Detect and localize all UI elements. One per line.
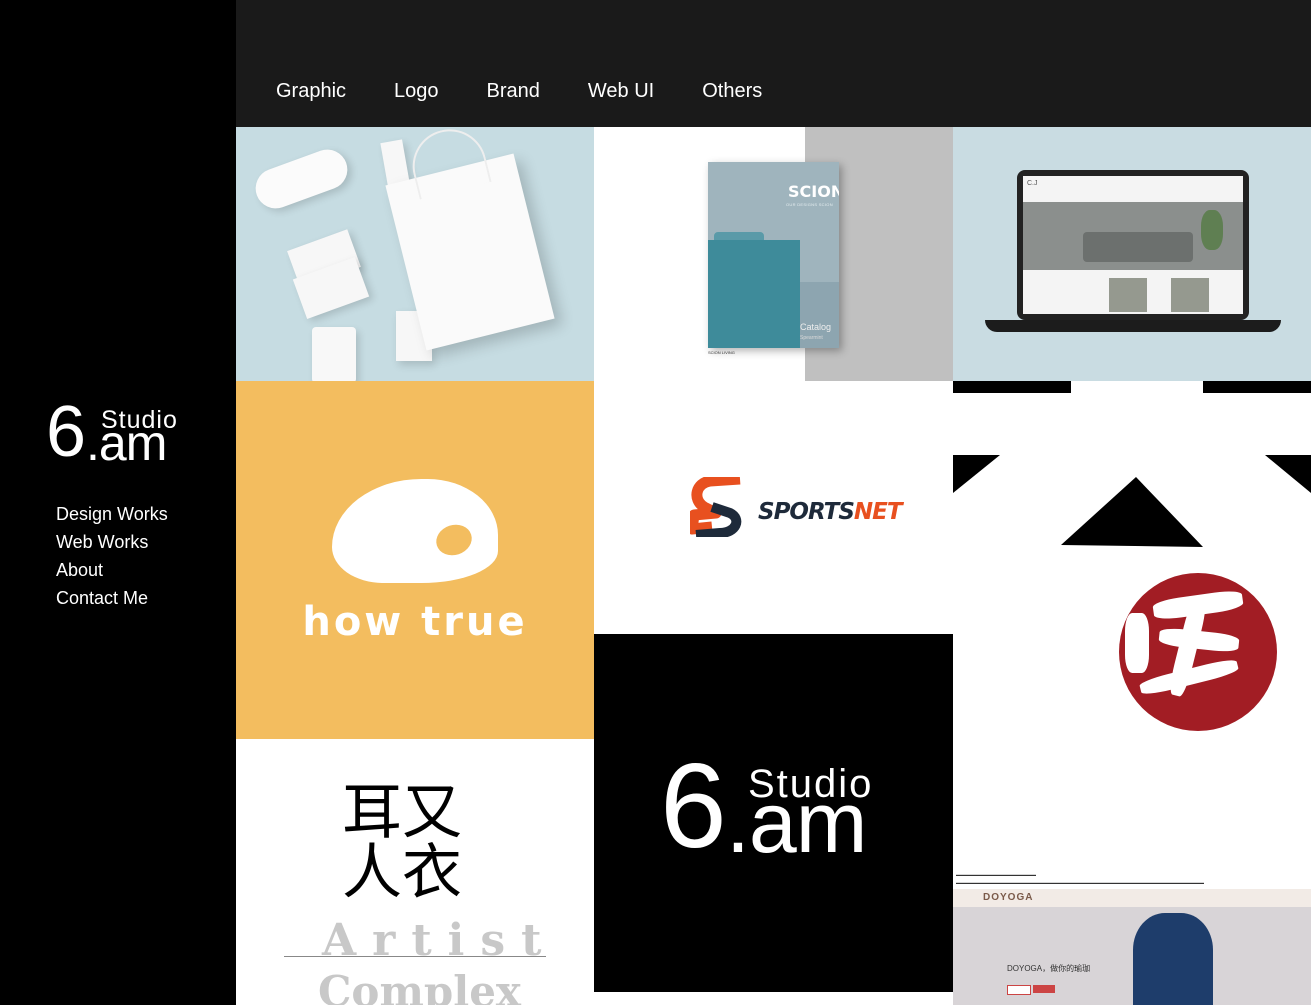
site-logo[interactable]: 6 Studio .am xyxy=(46,396,196,472)
tile-gap xyxy=(594,992,953,1005)
doyoga-button-accent xyxy=(1033,985,1055,993)
logo-six: 6 xyxy=(46,392,86,472)
studio-logo-large: 6 Studio .am xyxy=(660,739,874,873)
catalog-label: Catalog xyxy=(800,322,832,332)
side-nav-design-works[interactable]: Design Works xyxy=(56,503,168,525)
red-brush-circle xyxy=(1119,573,1277,731)
work-tile-stationery[interactable] xyxy=(236,127,594,381)
how-true-wordmark: how true xyxy=(302,599,528,645)
sportsnet-wordmark: SPORTSNET xyxy=(758,499,903,525)
work-tile-how-true[interactable]: how true xyxy=(236,381,594,739)
doyoga-slogan: DOYOGA，做你的瑜珈 xyxy=(1007,964,1091,973)
catalog-subtitle: OUR DESIGNS SCION xyxy=(786,202,833,207)
laptop-base xyxy=(985,320,1281,332)
work-tile-doyoga[interactable]: ▬▬▬▬▬▬▬▬▬▬▬▬▬▬▬▬▬▬▬▬ ▬▬▬▬▬▬▬▬▬▬▬▬▬▬▬▬▬▬▬… xyxy=(953,869,1311,1005)
artist-text: Artist xyxy=(322,915,558,966)
tab-web-ui[interactable]: Web UI xyxy=(588,80,654,103)
catalog-cover: SCION OUR DESIGNS SCION Catalog Spearmin… xyxy=(708,162,839,348)
side-nav-about[interactable]: About xyxy=(56,559,168,581)
egg-logo-icon xyxy=(332,479,498,583)
sidebar: 6 Studio .am Design Works Web Works Abou… xyxy=(0,0,236,1005)
tab-graphic[interactable]: Graphic xyxy=(276,80,346,103)
doyoga-brand: DOYOGA xyxy=(983,892,1034,903)
yoga-pose-image xyxy=(1133,913,1213,1005)
work-tile-scion-catalog[interactable]: SCION OUR DESIGNS SCION Catalog Spearmin… xyxy=(594,127,953,381)
side-nav-web-works[interactable]: Web Works xyxy=(56,531,168,553)
side-nav-contact-me[interactable]: Contact Me xyxy=(56,587,168,609)
laptop-screen: C.J xyxy=(1017,170,1249,320)
black-triangles xyxy=(953,455,1311,547)
complex-text: Complex xyxy=(318,967,521,1005)
tab-logo[interactable]: Logo xyxy=(394,80,439,103)
work-tile-laptop-web[interactable]: C.J xyxy=(953,127,1311,381)
work-tile-sportsnet[interactable]: SPORTSNET xyxy=(594,381,953,634)
category-nav: Graphic Logo Brand Web UI Others xyxy=(276,80,762,103)
doyoga-button xyxy=(1007,985,1031,995)
divider xyxy=(284,956,546,957)
side-nav: Design Works Web Works About Contact Me xyxy=(56,503,168,609)
cup-image xyxy=(312,327,356,381)
tab-others[interactable]: Others xyxy=(702,80,762,103)
calligraphy-chars: 耳又 人衣 xyxy=(342,778,462,908)
work-tile-artist-complex[interactable]: 耳又 人衣 Artist Complex xyxy=(236,739,594,1005)
catalog-footer: SCION LIVING xyxy=(708,350,735,355)
work-tile-brush-art[interactable] xyxy=(953,381,1311,869)
logo-am: .am xyxy=(86,415,167,471)
sportsnet-s-icon xyxy=(690,477,742,537)
pillow-box-image xyxy=(250,143,353,215)
catalog-sublabel: Spearmint xyxy=(800,335,823,341)
tab-brand[interactable]: Brand xyxy=(487,80,540,103)
catalog-brand: SCION xyxy=(788,182,839,201)
work-tile-studio-logo[interactable]: 6 Studio .am xyxy=(594,634,953,992)
top-bar: Graphic Logo Brand Web UI Others xyxy=(236,0,1311,127)
